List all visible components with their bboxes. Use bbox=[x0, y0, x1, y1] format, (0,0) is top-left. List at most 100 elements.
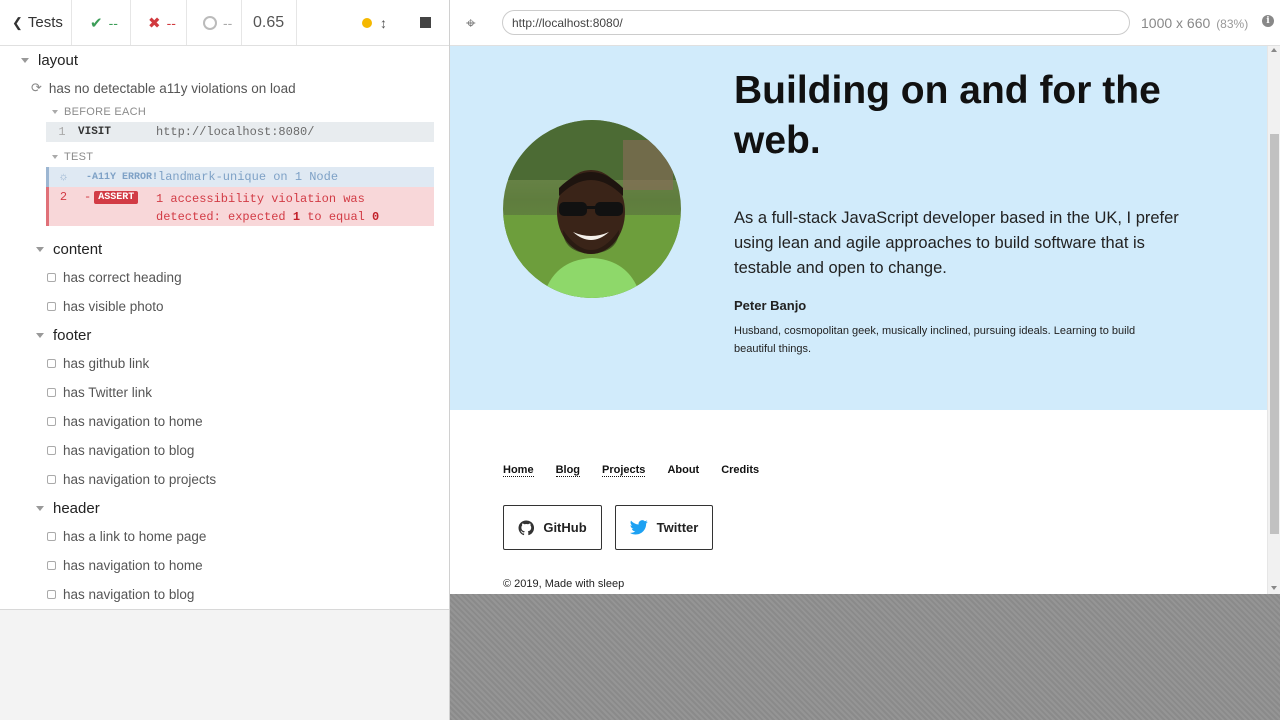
url-field[interactable]: http://localhost:8080/ bbox=[502, 10, 1130, 35]
suite-layout[interactable]: layout bbox=[21, 52, 78, 69]
copyright: © 2019, Made with sleep bbox=[503, 578, 625, 590]
tests-label: Tests bbox=[27, 14, 63, 31]
pending-checkbox-icon bbox=[47, 273, 56, 282]
pending-checkbox-icon bbox=[47, 446, 56, 455]
github-icon bbox=[518, 519, 535, 535]
check-icon: ✔ bbox=[90, 14, 103, 32]
failed-count[interactable]: ✖ -- bbox=[131, 0, 187, 45]
aut-scrollbar[interactable] bbox=[1267, 46, 1280, 594]
suite-footer[interactable]: footer bbox=[36, 327, 91, 344]
reporter-controls: ↕ bbox=[297, 0, 449, 45]
tests-button[interactable]: ❮ Tests bbox=[0, 0, 72, 45]
aut-backdrop bbox=[450, 594, 1280, 720]
loading-spinner-icon: ☼ bbox=[59, 170, 68, 184]
caret-down-icon bbox=[36, 247, 44, 252]
test-title: has Twitter link bbox=[63, 385, 153, 400]
running-indicator-icon bbox=[362, 17, 372, 28]
test-title: has navigation to home bbox=[63, 414, 203, 429]
test-title: has navigation to projects bbox=[63, 472, 217, 487]
test-item[interactable]: has visible photo bbox=[47, 299, 164, 314]
suite-title: content bbox=[53, 241, 103, 258]
pending-checkbox-icon bbox=[47, 359, 56, 368]
test-a11y[interactable]: ⟳ has no detectable a11y violations on l… bbox=[31, 80, 296, 96]
test-title: has visible photo bbox=[63, 299, 164, 314]
test-title: has correct heading bbox=[63, 270, 182, 285]
hero-heading: Building on and for the web. bbox=[734, 69, 1161, 162]
pending-checkbox-icon bbox=[47, 475, 56, 484]
chevron-left-icon: ❮ bbox=[12, 14, 23, 30]
runnables-list: layout ⟳ has no detectable a11y violatio… bbox=[0, 46, 449, 610]
cross-icon: ✖ bbox=[148, 14, 161, 32]
test-item[interactable]: has navigation to blog bbox=[47, 587, 194, 602]
hero-section: Building on and for the web. As a full-s… bbox=[450, 46, 1267, 410]
stop-icon[interactable] bbox=[420, 17, 431, 28]
caret-down-icon bbox=[52, 155, 58, 159]
pending-checkbox-icon bbox=[47, 590, 56, 599]
test-item[interactable]: has a link to home page bbox=[47, 529, 206, 544]
pending-checkbox-icon bbox=[47, 532, 56, 541]
test-item[interactable]: has navigation to home bbox=[47, 414, 203, 429]
suite-title: header bbox=[53, 500, 100, 517]
test-item[interactable]: has navigation to home bbox=[47, 558, 203, 573]
info-icon[interactable]: i bbox=[1262, 15, 1274, 27]
test-item[interactable]: has Twitter link bbox=[47, 385, 152, 400]
suite-title: layout bbox=[38, 52, 79, 69]
passed-value: -- bbox=[108, 14, 118, 31]
suite-header[interactable]: header bbox=[36, 500, 100, 517]
hook-before-each[interactable]: BEFORE EACH bbox=[52, 106, 146, 118]
pending-circle-icon bbox=[203, 15, 217, 30]
failed-value: -- bbox=[166, 14, 176, 31]
assert-message-mid: to equal bbox=[300, 210, 373, 224]
twitter-button[interactable]: Twitter bbox=[615, 505, 713, 550]
duration: 0.65 bbox=[242, 0, 297, 45]
aut-iframe: Building on and for the web. As a full-s… bbox=[450, 46, 1280, 594]
pending-checkbox-icon bbox=[47, 388, 56, 397]
command-a11y-error[interactable]: ☼ -A11Y ERROR! landmark-unique on 1 Node bbox=[46, 167, 434, 187]
command-message: landmark-unique on 1 Node bbox=[158, 170, 339, 184]
test-item[interactable]: has navigation to projects bbox=[47, 472, 216, 487]
reporter-panel: ❮ Tests ✔ -- ✖ -- -- 0.65 ↕ layout ⟳ has… bbox=[0, 0, 450, 720]
caret-down-icon bbox=[36, 506, 44, 511]
hook-test[interactable]: TEST bbox=[52, 151, 93, 163]
viewport-scale: (83%) bbox=[1216, 17, 1249, 31]
scroll-up-icon[interactable] bbox=[1271, 48, 1277, 52]
hero-description: As a full-stack JavaScript developer bas… bbox=[734, 209, 1179, 277]
command-assert[interactable]: 2 - ASSERT 1 accessibility violation was… bbox=[46, 187, 434, 226]
command-message: 1 accessibility violation was detected: … bbox=[156, 190, 426, 226]
test-item[interactable]: has github link bbox=[47, 356, 149, 371]
hook-label: BEFORE EACH bbox=[64, 106, 147, 118]
assert-expected: 1 bbox=[292, 210, 301, 224]
author-name: Peter Banjo bbox=[734, 298, 807, 313]
suite-title: footer bbox=[53, 327, 92, 344]
footer-nav: Home Blog Projects About Credits bbox=[503, 464, 781, 477]
passed-count[interactable]: ✔ -- bbox=[72, 0, 131, 45]
profile-photo-image bbox=[503, 120, 681, 298]
nav-link-about[interactable]: About bbox=[667, 464, 699, 477]
command-visit[interactable]: 1 VISIT http://localhost:8080/ bbox=[46, 122, 434, 142]
github-button[interactable]: GitHub bbox=[503, 505, 602, 550]
caret-down-icon bbox=[36, 333, 44, 338]
twitter-icon bbox=[629, 520, 648, 535]
test-title: has navigation to home bbox=[63, 558, 203, 573]
command-prefix: - bbox=[84, 190, 92, 204]
selector-playground-icon[interactable]: ⌖ bbox=[466, 14, 476, 34]
command-name: VISIT bbox=[78, 126, 112, 138]
test-title: has navigation to blog bbox=[63, 443, 195, 458]
test-item[interactable]: has correct heading bbox=[47, 270, 182, 285]
nav-link-blog[interactable]: Blog bbox=[555, 464, 581, 477]
scroll-thumb[interactable] bbox=[1270, 134, 1279, 534]
command-message: http://localhost:8080/ bbox=[156, 125, 315, 139]
nav-link-home[interactable]: Home bbox=[503, 464, 534, 477]
assert-badge: ASSERT bbox=[94, 190, 139, 204]
command-number: 1 bbox=[58, 125, 66, 139]
nav-link-projects[interactable]: Projects bbox=[602, 464, 646, 477]
suite-content[interactable]: content bbox=[36, 241, 102, 258]
scroll-down-icon[interactable] bbox=[1271, 586, 1277, 590]
viewport-info[interactable]: 1000 x 660 (83%) bbox=[1141, 15, 1248, 31]
test-title: has no detectable a11y violations on loa… bbox=[48, 80, 296, 96]
test-item[interactable]: has navigation to blog bbox=[47, 443, 194, 458]
pending-count[interactable]: -- bbox=[187, 0, 242, 45]
test-title: has a link to home page bbox=[63, 529, 207, 544]
nav-link-credits[interactable]: Credits bbox=[721, 464, 759, 477]
autoscroll-arrows-icon[interactable]: ↕ bbox=[380, 15, 387, 31]
